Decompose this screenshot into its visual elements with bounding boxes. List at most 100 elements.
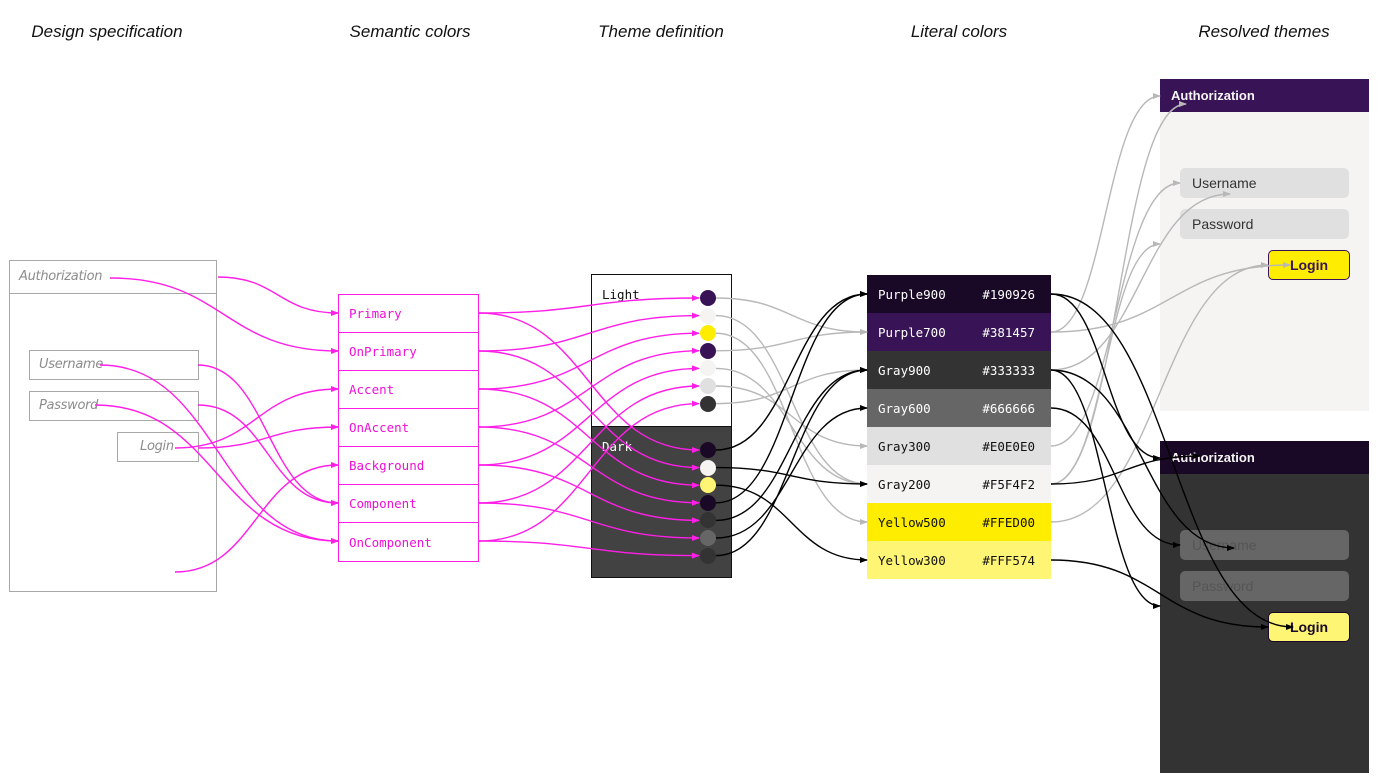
- resolved-dark-username-label: Username: [1192, 537, 1257, 553]
- link-purple900-to-dark-header: [1050, 293, 1161, 461]
- literal-colors-list: Purple900 #190926 Purple700 #381457 Gray900 #…: [867, 275, 1051, 579]
- literal-color-gray300: Gray300 #E0E0E0: [867, 427, 1051, 465]
- resolved-dark-username-field[interactable]: Username: [1180, 530, 1349, 560]
- theme-dark-label: Dark: [602, 439, 633, 454]
- literal-color-hex: #333333: [982, 362, 1035, 378]
- wireframe-title: Authorization: [19, 269, 103, 284]
- literal-color-gray600: Gray600 #666666: [867, 389, 1051, 427]
- link-gray900-to-dark-background: [1050, 369, 1161, 609]
- literal-color-hex: #381457: [982, 324, 1035, 340]
- literal-color-hex: #190926: [982, 286, 1035, 302]
- literal-color-hex: #FFF574: [982, 552, 1035, 568]
- literal-color-gray900: Gray900 #333333: [867, 351, 1051, 389]
- swatch-dark-onaccent: [700, 494, 716, 511]
- semantic-color-oncomponent: OnComponent: [349, 534, 432, 550]
- link-dark-oncomponent-to-literal: [715, 367, 868, 557]
- literal-color-name: Purple700: [878, 324, 946, 340]
- swatch-light-accent: [700, 325, 716, 342]
- link-gray200-to-light-background: [1050, 241, 1161, 485]
- literal-color-name: Yellow500: [878, 514, 946, 530]
- resolved-dark-login-button[interactable]: Login: [1268, 612, 1350, 642]
- link-spec-to-onaccent: [197, 424, 339, 449]
- literal-color-hex: #E0E0E0: [982, 438, 1035, 454]
- semantic-color-accent: Accent: [339, 371, 478, 409]
- wireframe-login-button: Login: [117, 432, 199, 462]
- resolved-light-title: Authorization: [1171, 88, 1255, 103]
- swatch-dark-accent: [700, 477, 716, 494]
- link-light-component-to-literal: [715, 385, 868, 449]
- wireframe-header: Authorization: [10, 261, 216, 294]
- wireframe-password-label: Password: [39, 398, 99, 413]
- literal-color-name: Gray900: [878, 362, 931, 378]
- semantic-color-primary: Primary: [339, 295, 478, 333]
- literal-color-name: Gray300: [878, 438, 931, 454]
- literal-color-gray200: Gray200 #F5F4F2: [867, 465, 1051, 503]
- link-dark-component-to-literal: [715, 405, 868, 539]
- swatch-light-oncomponent: [700, 395, 716, 412]
- resolved-theme-dark: Authorization Username Password Login: [1160, 441, 1369, 773]
- link-spec-to-component: [197, 364, 339, 506]
- literal-color-hex: #FFED00: [982, 514, 1035, 530]
- literal-color-yellow300: Yellow300 #FFF574: [867, 541, 1051, 579]
- literal-color-name: Purple900: [878, 286, 946, 302]
- swatch-dark-background: [700, 512, 716, 529]
- resolved-dark-login-label: Login: [1289, 619, 1329, 635]
- semantic-colors-list: Primary OnPrimary Accent OnAccent Background…: [338, 294, 479, 562]
- resolved-dark-password-field[interactable]: Password: [1180, 571, 1349, 601]
- link-dark-onprimary-to-literal: [715, 466, 868, 487]
- semantic-color-onprimary: OnPrimary: [339, 333, 478, 371]
- wireframe-username-field: Username: [29, 350, 199, 380]
- swatch-dark-onprimary: [700, 459, 716, 476]
- link-dark-onaccent-to-literal: [715, 291, 868, 504]
- swatch-light-onprimary: [700, 307, 716, 324]
- semantic-color-background: Background: [339, 447, 478, 485]
- semantic-color-onaccent: OnAccent: [339, 409, 478, 447]
- column-title-semantic: Semantic colors: [349, 22, 471, 41]
- resolved-theme-light: Authorization Username Password Login: [1160, 79, 1369, 411]
- literal-color-name: Gray600: [878, 400, 931, 416]
- resolved-light-login-button[interactable]: Login: [1268, 250, 1350, 280]
- theme-dark-section: Dark: [592, 427, 731, 577]
- semantic-color-component: Component: [339, 485, 478, 523]
- link-light-accent-to-literal: [715, 332, 868, 525]
- swatch-light-primary: [700, 290, 716, 306]
- resolved-light-password-label: Password: [1192, 216, 1254, 232]
- theme-light-section: Light: [592, 275, 731, 427]
- column-title-literal: Literal colors: [910, 22, 1008, 41]
- resolved-light-password-field[interactable]: Password: [1180, 209, 1349, 239]
- link-spec-to-component: [197, 404, 339, 506]
- theme-light-label: Light: [602, 287, 640, 302]
- link-purple700-to-light-header: [1050, 93, 1161, 333]
- swatch-light-onaccent: [700, 342, 716, 359]
- link-light-onaccent-to-literal: [715, 329, 868, 352]
- column-title-design-spec: Design specification: [31, 22, 183, 41]
- design-spec-wireframe: Authorization Username Password Login: [9, 260, 217, 592]
- resolved-dark-password-label: Password: [1192, 578, 1254, 594]
- literal-color-yellow500: Yellow500 #FFED00: [867, 503, 1051, 541]
- link-light-primary-to-literal: [715, 297, 868, 335]
- swatch-light-background: [700, 360, 716, 377]
- resolved-light-username-field[interactable]: Username: [1180, 168, 1349, 198]
- swatch-light-component: [700, 378, 716, 394]
- wireframe-username-label: Username: [39, 357, 104, 372]
- swatch-dark-primary: [700, 442, 716, 458]
- link-dark-accent-to-literal: [715, 484, 868, 563]
- wireframe-login-label: Login: [140, 439, 174, 454]
- column-title-resolved: Resolved themes: [1198, 22, 1330, 41]
- resolved-light-login-label: Login: [1289, 257, 1329, 273]
- column-title-theme-def: Theme definition: [598, 22, 724, 41]
- literal-color-hex: #F5F4F2: [982, 476, 1035, 492]
- swatch-dark-component: [700, 530, 716, 546]
- theme-definition: Light Dark: [591, 274, 732, 578]
- link-dark-background-to-literal: [715, 367, 868, 522]
- literal-color-name: Yellow300: [878, 552, 946, 568]
- literal-color-name: Gray200: [878, 476, 931, 492]
- link-spec-to-primary: [217, 276, 339, 316]
- resolved-dark-title: Authorization: [1171, 450, 1255, 465]
- literal-color-purple700: Purple700 #381457: [867, 313, 1051, 351]
- literal-color-hex: #666666: [982, 400, 1035, 416]
- link-light-onprimary-to-literal: [715, 314, 868, 487]
- resolved-light-username-label: Username: [1192, 175, 1257, 191]
- link-dark-primary-to-literal: [715, 291, 868, 451]
- swatch-dark-oncomponent: [700, 547, 716, 564]
